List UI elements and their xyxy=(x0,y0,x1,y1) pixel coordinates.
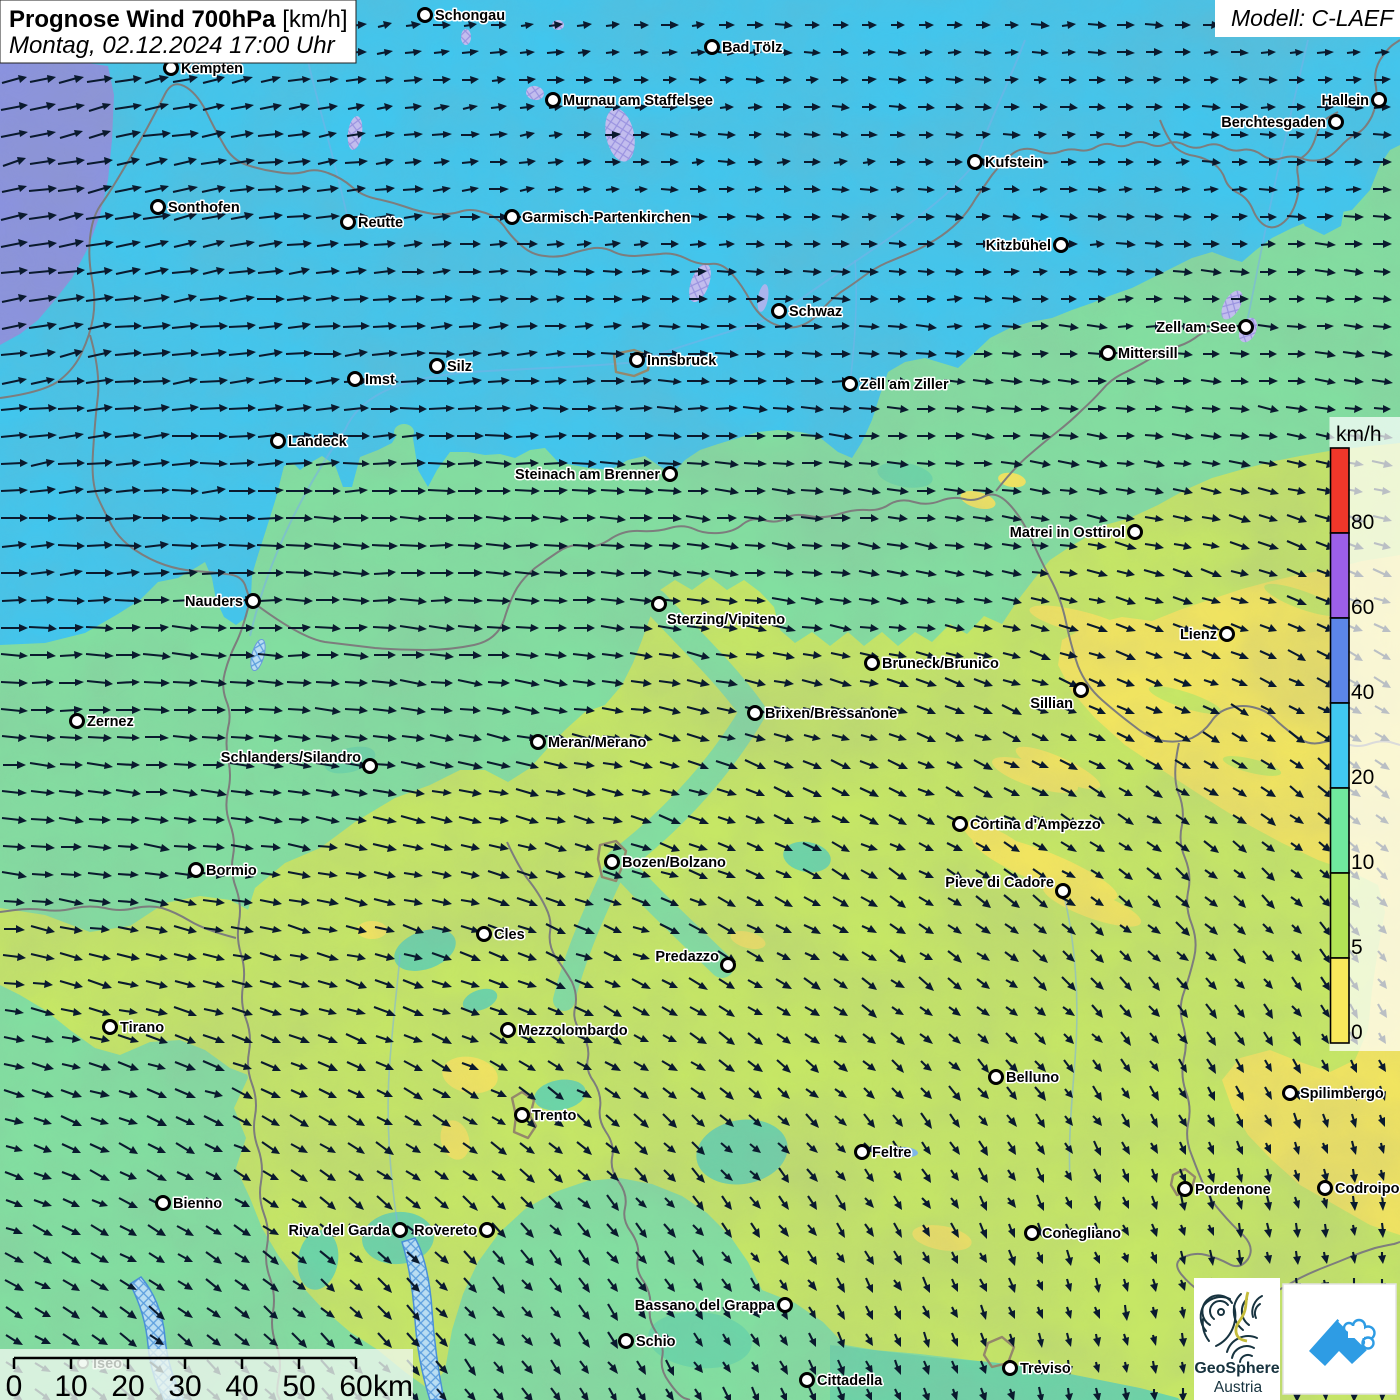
svg-text:30: 30 xyxy=(168,1370,201,1400)
svg-text:Mezzolombardo: Mezzolombardo xyxy=(518,1023,628,1039)
svg-text:Schlanders/Silandro: Schlanders/Silandro xyxy=(221,750,361,766)
svg-text:Matrei in Osttirol: Matrei in Osttirol xyxy=(1010,525,1125,541)
svg-text:Sonthofen: Sonthofen xyxy=(168,200,240,216)
svg-text:Kitzbühel: Kitzbühel xyxy=(986,238,1051,254)
svg-text:km: km xyxy=(373,1370,413,1400)
svg-text:20: 20 xyxy=(1351,766,1374,789)
svg-text:GeoSphere: GeoSphere xyxy=(1194,1360,1279,1377)
svg-text:Pieve di Cadore: Pieve di Cadore xyxy=(945,875,1054,891)
svg-text:Montag, 02.12.2024 17:00 Uhr: Montag, 02.12.2024 17:00 Uhr xyxy=(9,32,336,59)
svg-text:80: 80 xyxy=(1351,511,1374,534)
svg-text:Treviso: Treviso xyxy=(1020,1361,1071,1377)
svg-text:Berchtesgaden: Berchtesgaden xyxy=(1221,115,1326,131)
svg-text:20: 20 xyxy=(111,1370,144,1400)
svg-text:50: 50 xyxy=(282,1370,315,1400)
svg-text:Garmisch-Partenkirchen: Garmisch-Partenkirchen xyxy=(522,210,690,226)
svg-text:Silz: Silz xyxy=(447,359,472,375)
svg-text:Riva del Garda: Riva del Garda xyxy=(288,1223,390,1239)
svg-text:Reutte: Reutte xyxy=(358,215,403,231)
svg-text:Cles: Cles xyxy=(494,927,525,943)
svg-text:Bienno: Bienno xyxy=(173,1196,222,1212)
svg-text:Schio: Schio xyxy=(636,1334,676,1350)
svg-text:Zell am Ziller: Zell am Ziller xyxy=(860,377,949,393)
svg-text:Bassano del Grappa: Bassano del Grappa xyxy=(635,1298,776,1314)
svg-text:Tirano: Tirano xyxy=(120,1020,164,1036)
svg-text:Murnau am Staffelsee: Murnau am Staffelsee xyxy=(563,93,713,109)
svg-text:Bozen/Bolzano: Bozen/Bolzano xyxy=(622,855,726,871)
svg-text:Steinach am Brenner: Steinach am Brenner xyxy=(515,467,660,483)
svg-text:Bad Tölz: Bad Tölz xyxy=(722,40,782,56)
svg-text:Modell: C-LAEF: Modell: C-LAEF xyxy=(1231,5,1395,31)
svg-text:Austria: Austria xyxy=(1214,1379,1263,1396)
svg-text:Schongau: Schongau xyxy=(435,8,505,24)
svg-text:km/h: km/h xyxy=(1336,423,1382,446)
svg-text:Landeck: Landeck xyxy=(288,434,348,450)
svg-text:Predazzo: Predazzo xyxy=(655,949,719,965)
svg-text:Zernez: Zernez xyxy=(87,714,134,730)
svg-text:0: 0 xyxy=(1351,1021,1363,1044)
svg-text:Kufstein: Kufstein xyxy=(985,155,1043,171)
svg-text:Nauders: Nauders xyxy=(185,594,243,610)
svg-text:Bormio: Bormio xyxy=(206,863,257,879)
svg-text:Bruneck/Brunico: Bruneck/Brunico xyxy=(882,656,999,672)
svg-text:Meran/Merano: Meran/Merano xyxy=(548,735,646,751)
svg-text:40: 40 xyxy=(225,1370,258,1400)
svg-text:60: 60 xyxy=(339,1370,372,1400)
svg-text:Prognose Wind 700hPa [km/h]: Prognose Wind 700hPa [km/h] xyxy=(9,6,348,33)
svg-text:10: 10 xyxy=(54,1370,87,1400)
svg-text:Rovereto: Rovereto xyxy=(414,1223,477,1239)
svg-text:Conegliano: Conegliano xyxy=(1042,1226,1121,1242)
svg-text:Imst: Imst xyxy=(365,372,395,388)
svg-text:Cortina d'Ampezzo: Cortina d'Ampezzo xyxy=(970,817,1101,833)
svg-text:Feltre: Feltre xyxy=(872,1145,912,1161)
svg-text:Brixen/Bressanone: Brixen/Bressanone xyxy=(765,706,897,722)
svg-text:Spilimbergo: Spilimbergo xyxy=(1300,1086,1384,1102)
svg-text:60: 60 xyxy=(1351,596,1374,619)
svg-text:Trento: Trento xyxy=(532,1108,576,1124)
svg-text:0: 0 xyxy=(6,1370,23,1400)
svg-text:Lienz: Lienz xyxy=(1180,627,1217,643)
svg-text:Mittersill: Mittersill xyxy=(1118,346,1178,362)
svg-text:Hallein: Hallein xyxy=(1321,93,1369,109)
svg-text:Belluno: Belluno xyxy=(1006,1070,1059,1086)
svg-text:10: 10 xyxy=(1351,851,1374,874)
svg-text:5: 5 xyxy=(1351,936,1363,959)
svg-text:Schwaz: Schwaz xyxy=(789,304,842,320)
svg-text:Pordenone: Pordenone xyxy=(1195,1182,1271,1198)
svg-text:Innsbruck: Innsbruck xyxy=(647,353,717,369)
svg-text:Codroipo: Codroipo xyxy=(1335,1181,1400,1197)
svg-text:Sterzing/Vipiteno: Sterzing/Vipiteno xyxy=(667,612,785,628)
svg-text:Cittadella: Cittadella xyxy=(817,1373,883,1389)
svg-text:Zell am See: Zell am See xyxy=(1156,320,1236,336)
svg-text:Sillian: Sillian xyxy=(1030,696,1073,712)
svg-text:40: 40 xyxy=(1351,681,1374,704)
